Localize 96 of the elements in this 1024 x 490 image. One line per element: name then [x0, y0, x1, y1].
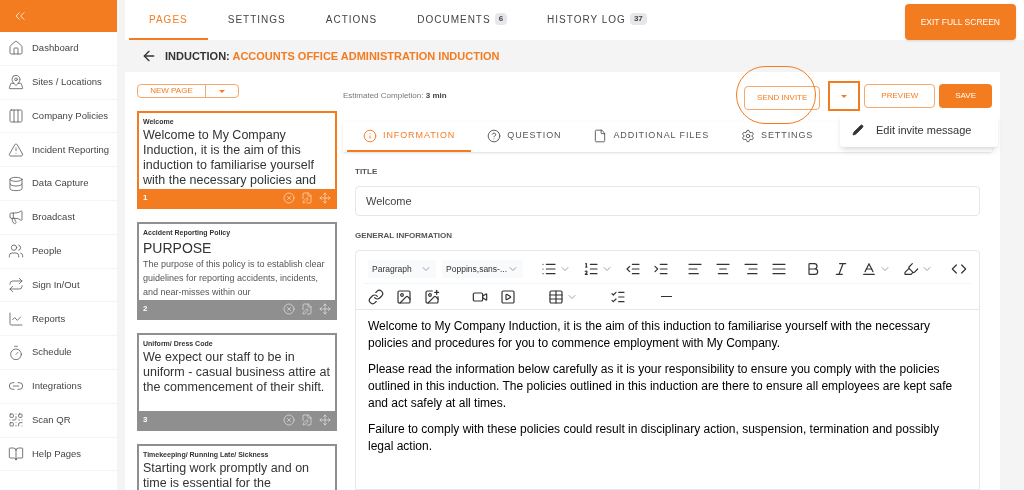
image-button[interactable] — [396, 288, 412, 305]
tab[interactable]: SETTINGS — [207, 0, 306, 40]
align-center-button[interactable] — [715, 261, 731, 277]
align-right-icon — [743, 261, 759, 277]
source-code-icon — [951, 261, 967, 277]
bullet-list-icon — [541, 261, 557, 277]
menu-item[interactable]: Edit invite message — [852, 122, 986, 139]
bold-icon — [805, 261, 821, 277]
sidebar-item[interactable]: Scan QR — [0, 403, 117, 438]
link-icon — [368, 288, 384, 305]
estimated-completion: Estimated Completion: 3 min — [343, 90, 448, 102]
italic-button[interactable] — [833, 261, 849, 277]
settings-icon — [741, 129, 756, 143]
tab[interactable]: ACTIONS — [305, 0, 398, 40]
sidebar-item[interactable]: Sites / Locations — [0, 65, 117, 100]
megaphone-icon — [8, 209, 24, 226]
count-badge: 6 — [494, 13, 508, 25]
numbered-list-icon — [583, 261, 599, 277]
people-icon — [8, 243, 24, 260]
editor-paragraph: Please read the information below carefully as it is your responsibility to ensure you comply with the policies outlined in this induction. The policies outlined in this induction are there to ensure all employees are kept safe and act safely at all times. — [368, 361, 954, 412]
editor-tab[interactable]: QUESTION — [471, 122, 578, 152]
align-left-button[interactable] — [687, 261, 703, 277]
justify-button[interactable] — [771, 261, 787, 277]
page-card-text: Starting work promptly and on time is essential for the — [143, 460, 311, 490]
source-code-button[interactable] — [951, 261, 967, 277]
italic-icon — [833, 261, 849, 277]
bold-button[interactable] — [805, 261, 821, 277]
image-add-icon — [424, 288, 440, 305]
media-icon — [500, 288, 516, 305]
tab[interactable]: DOCUMENTS 6 — [397, 0, 528, 40]
page-card-text: Welcome to My Company Induction, it is the aim of this induction to familiarise yourself with the necessary policies and — [143, 127, 317, 188]
editor-paragraph: Failure to comply with these policies could result in disciplinary action, suspension, termination and possibly legal action. — [368, 421, 940, 455]
page-card-text: The purpose of this policy is to establish clear guidelines for reporting accidents, incidents, and near-misses within our — [143, 257, 326, 299]
title-input[interactable]: Welcome — [355, 186, 980, 216]
sidebar-item[interactable]: Company Policies — [0, 99, 117, 134]
highlight-icon — [903, 261, 919, 277]
numbered-list-button[interactable] — [583, 261, 613, 277]
line-chart-icon — [8, 310, 24, 327]
sidebar-item[interactable]: Broadcast — [0, 201, 117, 235]
book-icon — [8, 445, 24, 462]
outdent-button[interactable] — [625, 261, 641, 277]
page-number: 3 — [143, 414, 149, 426]
sidebar-item[interactable]: Data Capture — [0, 167, 117, 201]
link-button[interactable] — [368, 288, 384, 305]
align-left-icon — [687, 261, 703, 277]
page-number: 2 — [143, 303, 149, 315]
text-color-button[interactable] — [861, 261, 891, 277]
warning-icon — [8, 141, 24, 158]
stopwatch-icon — [8, 344, 24, 361]
swap-arrows-icon — [8, 276, 24, 293]
align-center-icon — [715, 261, 731, 277]
sidebar-item[interactable]: Help Pages — [0, 437, 117, 472]
page-title: INDUCTION: ACCOUNTS OFFICE ADMINISTRATION INDUCTION — [165, 48, 500, 64]
align-right-button[interactable] — [743, 261, 759, 277]
house-icon — [8, 40, 24, 57]
block-format-select[interactable]: Paragraph — [368, 260, 437, 278]
font-select[interactable]: Poppins,sans-... — [442, 260, 523, 278]
info-icon — [363, 129, 377, 143]
sidebar-item[interactable]: Incident Reporting — [0, 133, 117, 168]
binder-icon — [8, 108, 24, 124]
sidebar-item[interactable]: Integrations — [0, 369, 117, 404]
tab[interactable]: HISTORY LOG 37 — [527, 0, 667, 40]
count-badge: 37 — [629, 13, 647, 25]
page-number: 1 — [143, 192, 149, 204]
outdent-icon — [625, 261, 641, 277]
pencil-icon — [852, 124, 864, 137]
text-color-icon — [861, 261, 877, 277]
question-icon — [487, 129, 502, 143]
database-icon — [8, 175, 24, 192]
sidebar-item[interactable]: Schedule — [0, 336, 117, 370]
page-card-heading: PURPOSE — [143, 238, 213, 257]
indent-button[interactable] — [653, 261, 669, 277]
sidebar-item[interactable]: People — [0, 234, 117, 269]
editor-paragraph: Welcome to My Company Induction, it is the aim of this induction to familiarise yourself with the necessary policies and procedures for you to commence employment with My Company. — [368, 318, 932, 352]
image-icon — [396, 288, 412, 305]
editor-tab[interactable]: ADDITIONAL FILES — [577, 122, 726, 152]
sidebar-item[interactable]: Reports — [0, 302, 117, 337]
file-icon — [593, 129, 608, 143]
sidebar-item[interactable]: Sign In/Out — [0, 268, 117, 303]
highlight-button[interactable] — [903, 261, 933, 277]
horizontal-rule-icon — [660, 295, 672, 298]
page-card-text: We expect our staff to be in uniform - casual business attire at the commencement of their shift. — [143, 349, 331, 395]
qr-code-icon — [8, 412, 24, 429]
field-label: GENERAL INFORMATION — [355, 230, 454, 242]
media-button[interactable] — [500, 288, 516, 305]
map-icon — [8, 74, 24, 91]
field-label: TITLE — [355, 166, 379, 178]
invite-dropdown-button[interactable] — [828, 81, 861, 111]
image-add-button[interactable] — [424, 288, 440, 305]
table-button[interactable] — [548, 288, 578, 305]
justify-icon — [771, 261, 787, 277]
indent-icon — [653, 261, 669, 277]
bullet-list-button[interactable] — [541, 261, 571, 277]
sidebar-item[interactable]: Dashboard — [0, 32, 117, 66]
editor-tab[interactable]: SETTINGS — [725, 122, 830, 152]
table-icon — [548, 288, 564, 305]
